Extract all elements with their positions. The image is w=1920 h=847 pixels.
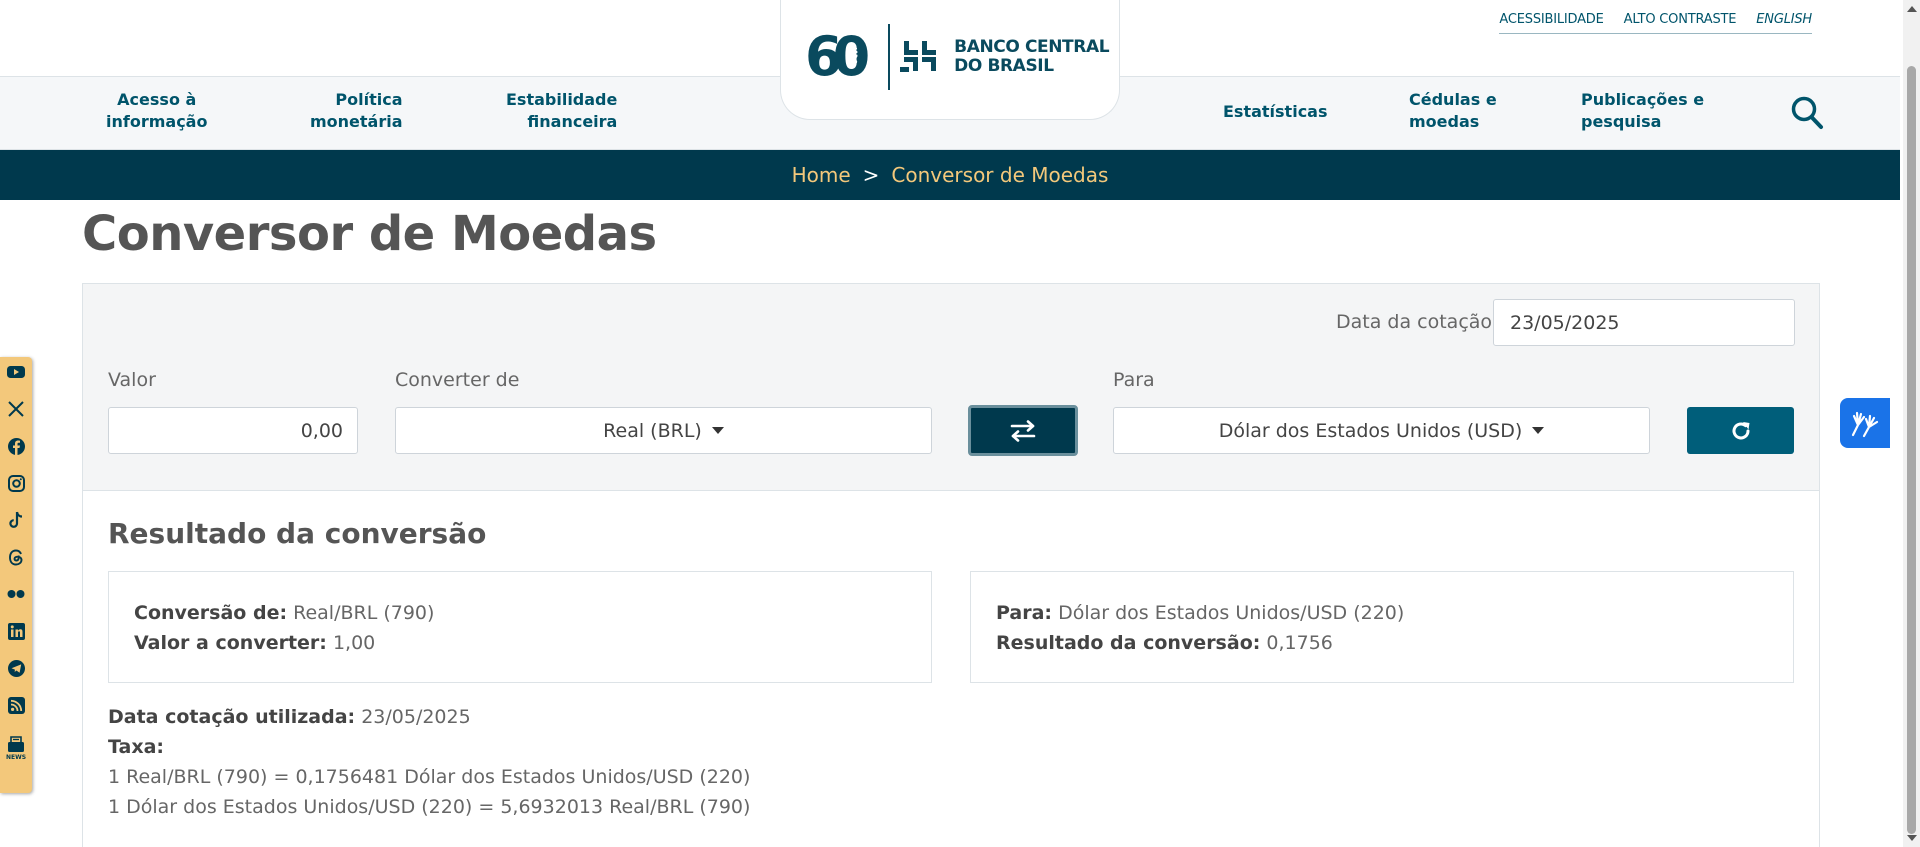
x-icon[interactable]	[7, 400, 25, 418]
search-icon[interactable]	[1790, 95, 1824, 135]
refresh-icon	[1732, 421, 1749, 439]
anniversary-number: 60	[805, 25, 870, 88]
bank-name: BANCO CENTRAL DO BRASIL	[954, 38, 1109, 76]
conversion-from-label: Conversão de:	[134, 602, 288, 624]
amount-value: 0,00	[300, 419, 343, 442]
swap-arrows-icon	[1010, 419, 1036, 442]
conversion-from-value: Real/BRL (790)	[293, 602, 435, 624]
english-link[interactable]: ENGLISH	[1756, 12, 1812, 27]
instagram-icon[interactable]	[7, 474, 25, 492]
conversion-to-label: Para:	[996, 602, 1053, 624]
conversion-result-label: Resultado da conversão:	[996, 632, 1261, 654]
swap-currencies-button[interactable]	[968, 405, 1078, 456]
telegram-icon[interactable]	[7, 659, 25, 677]
high-contrast-link[interactable]: ALTO CONTRASTE	[1624, 12, 1737, 27]
nav-label-line2: pesquisa	[1581, 112, 1662, 131]
conversion-to-box: Para: Dólar dos Estados Unidos/USD (220)…	[970, 571, 1794, 683]
rss-icon[interactable]	[7, 696, 25, 714]
logo-divider	[888, 24, 891, 90]
anniversary-60-logo: 60 anos	[805, 30, 870, 84]
date-input[interactable]: 23/05/2025	[1493, 299, 1795, 346]
to-currency-select[interactable]: Dólar dos Estados Unidos (USD)	[1113, 407, 1650, 454]
linkedin-icon[interactable]	[7, 622, 25, 640]
facebook-icon[interactable]	[7, 437, 25, 455]
bcb-logo[interactable]: 60 anos BANCO CENTRAL DO BRASIL	[805, 22, 1110, 92]
conversion-from-row: Conversão de: Real/BRL (790)	[134, 598, 906, 628]
rate-line: 1 Dólar dos Estados Unidos/USD (220) = 5…	[108, 796, 751, 818]
amount-input[interactable]: 0,00	[108, 407, 358, 454]
nav-publicacoes-pesquisa[interactable]: Publicações e pesquisa	[1581, 89, 1704, 133]
page-title: Conversor de Moedas	[82, 206, 657, 262]
nav-label-line2: monetária	[310, 112, 403, 131]
scroll-thumb[interactable]	[1907, 66, 1916, 834]
nav-acesso-informacao[interactable]: Acesso à informação	[106, 89, 207, 133]
conversion-to-row: Para: Dólar dos Estados Unidos/USD (220)	[996, 598, 1768, 628]
rate-label: Taxa:	[108, 736, 165, 758]
breadcrumb: Home > Conversor de Moedas	[0, 150, 1900, 200]
chevron-down-icon	[711, 427, 724, 434]
scroll-up-arrow-icon[interactable]	[1907, 6, 1917, 12]
threads-icon[interactable]	[7, 548, 25, 566]
nav-politica-monetaria[interactable]: Política monetária	[310, 89, 403, 133]
breadcrumb-separator: >	[862, 163, 880, 187]
from-currency-value: Real (BRL)	[603, 419, 702, 442]
nav-label-line1: Acesso à	[117, 90, 197, 109]
rate-label-row: Taxa:	[108, 732, 750, 762]
nav-estatisticas[interactable]: Estatísticas	[1223, 101, 1328, 123]
flickr-icon[interactable]	[7, 585, 25, 603]
page-scrollbar[interactable]	[1903, 0, 1920, 847]
converter-form: Data da cotação 23/05/2025 Valor 0,00 Co…	[83, 284, 1819, 491]
from-currency-label: Converter de	[395, 369, 520, 391]
nav-label-line2: financeira	[527, 112, 618, 131]
amount-to-convert-value: 1,00	[332, 632, 376, 654]
date-label: Data da cotação	[1336, 311, 1493, 333]
from-currency-select[interactable]: Real (BRL)	[395, 407, 932, 454]
news-label: NEWS	[5, 753, 27, 761]
result-title: Resultado da conversão	[108, 517, 487, 550]
nav-label-line2: moedas	[1409, 112, 1480, 131]
bank-name-line1: BANCO CENTRAL	[954, 37, 1110, 57]
nav-estabilidade-financeira[interactable]: Estabilidade financeira	[506, 89, 617, 133]
accessibility-link[interactable]: ACESSIBILIDADE	[1499, 12, 1603, 27]
bank-name-line2: DO BRASIL	[954, 56, 1054, 76]
vlibras-button[interactable]	[1840, 398, 1890, 448]
nav-label-line2: informação	[106, 112, 208, 131]
youtube-icon[interactable]	[7, 363, 25, 381]
conversion-result-value: 0,1756	[1266, 632, 1333, 654]
nav-label-line1: Cédulas e	[1409, 90, 1497, 109]
anniversary-suffix: anos	[853, 41, 865, 69]
social-media-bar: NEWS	[0, 357, 32, 793]
converter-panel: Data da cotação 23/05/2025 Valor 0,00 Co…	[82, 283, 1820, 847]
quote-date-value: 23/05/2025	[361, 706, 471, 728]
amount-label: Valor	[108, 369, 156, 391]
conversion-result-row: Resultado da conversão: 0,1756	[996, 628, 1768, 658]
nav-label-line1: Publicações e	[1581, 90, 1705, 109]
amount-to-convert-label: Valor a converter:	[134, 632, 327, 654]
quote-date-label: Data cotação utilizada:	[108, 706, 356, 728]
sign-language-hands-icon	[1851, 411, 1879, 438]
bcb-symbol-icon	[900, 41, 937, 72]
to-currency-value: Dólar dos Estados Unidos (USD)	[1218, 419, 1523, 442]
rate-info: Data cotação utilizada: 23/05/2025 Taxa:…	[108, 702, 750, 822]
news-icon[interactable]: NEWS	[5, 733, 27, 763]
breadcrumb-home[interactable]: Home	[792, 163, 851, 187]
chevron-down-icon	[1532, 427, 1545, 434]
nav-label-line1: Estabilidade	[506, 90, 618, 109]
scroll-down-arrow-icon[interactable]	[1907, 835, 1917, 841]
rate-line: 1 Real/BRL (790) = 0,1756481 Dólar dos E…	[108, 766, 751, 788]
refresh-conversion-button[interactable]	[1687, 407, 1794, 454]
nav-label-line1: Estatísticas	[1223, 102, 1328, 121]
quote-date-row: Data cotação utilizada: 23/05/2025	[108, 702, 750, 732]
to-currency-label: Para	[1113, 369, 1155, 391]
tiktok-icon[interactable]	[7, 511, 25, 529]
date-value: 23/05/2025	[1510, 311, 1620, 334]
amount-to-convert-row: Valor a converter: 1,00	[134, 628, 906, 658]
accessibility-links: ACESSIBILIDADE ALTO CONTRASTE ENGLISH	[1499, 12, 1812, 34]
breadcrumb-current: Conversor de Moedas	[891, 163, 1109, 187]
nav-cedulas-moedas[interactable]: Cédulas e moedas	[1409, 89, 1497, 133]
conversion-from-box: Conversão de: Real/BRL (790) Valor a con…	[108, 571, 932, 683]
conversion-to-value: Dólar dos Estados Unidos/USD (220)	[1058, 602, 1405, 624]
nav-label-line1: Política	[335, 90, 403, 109]
